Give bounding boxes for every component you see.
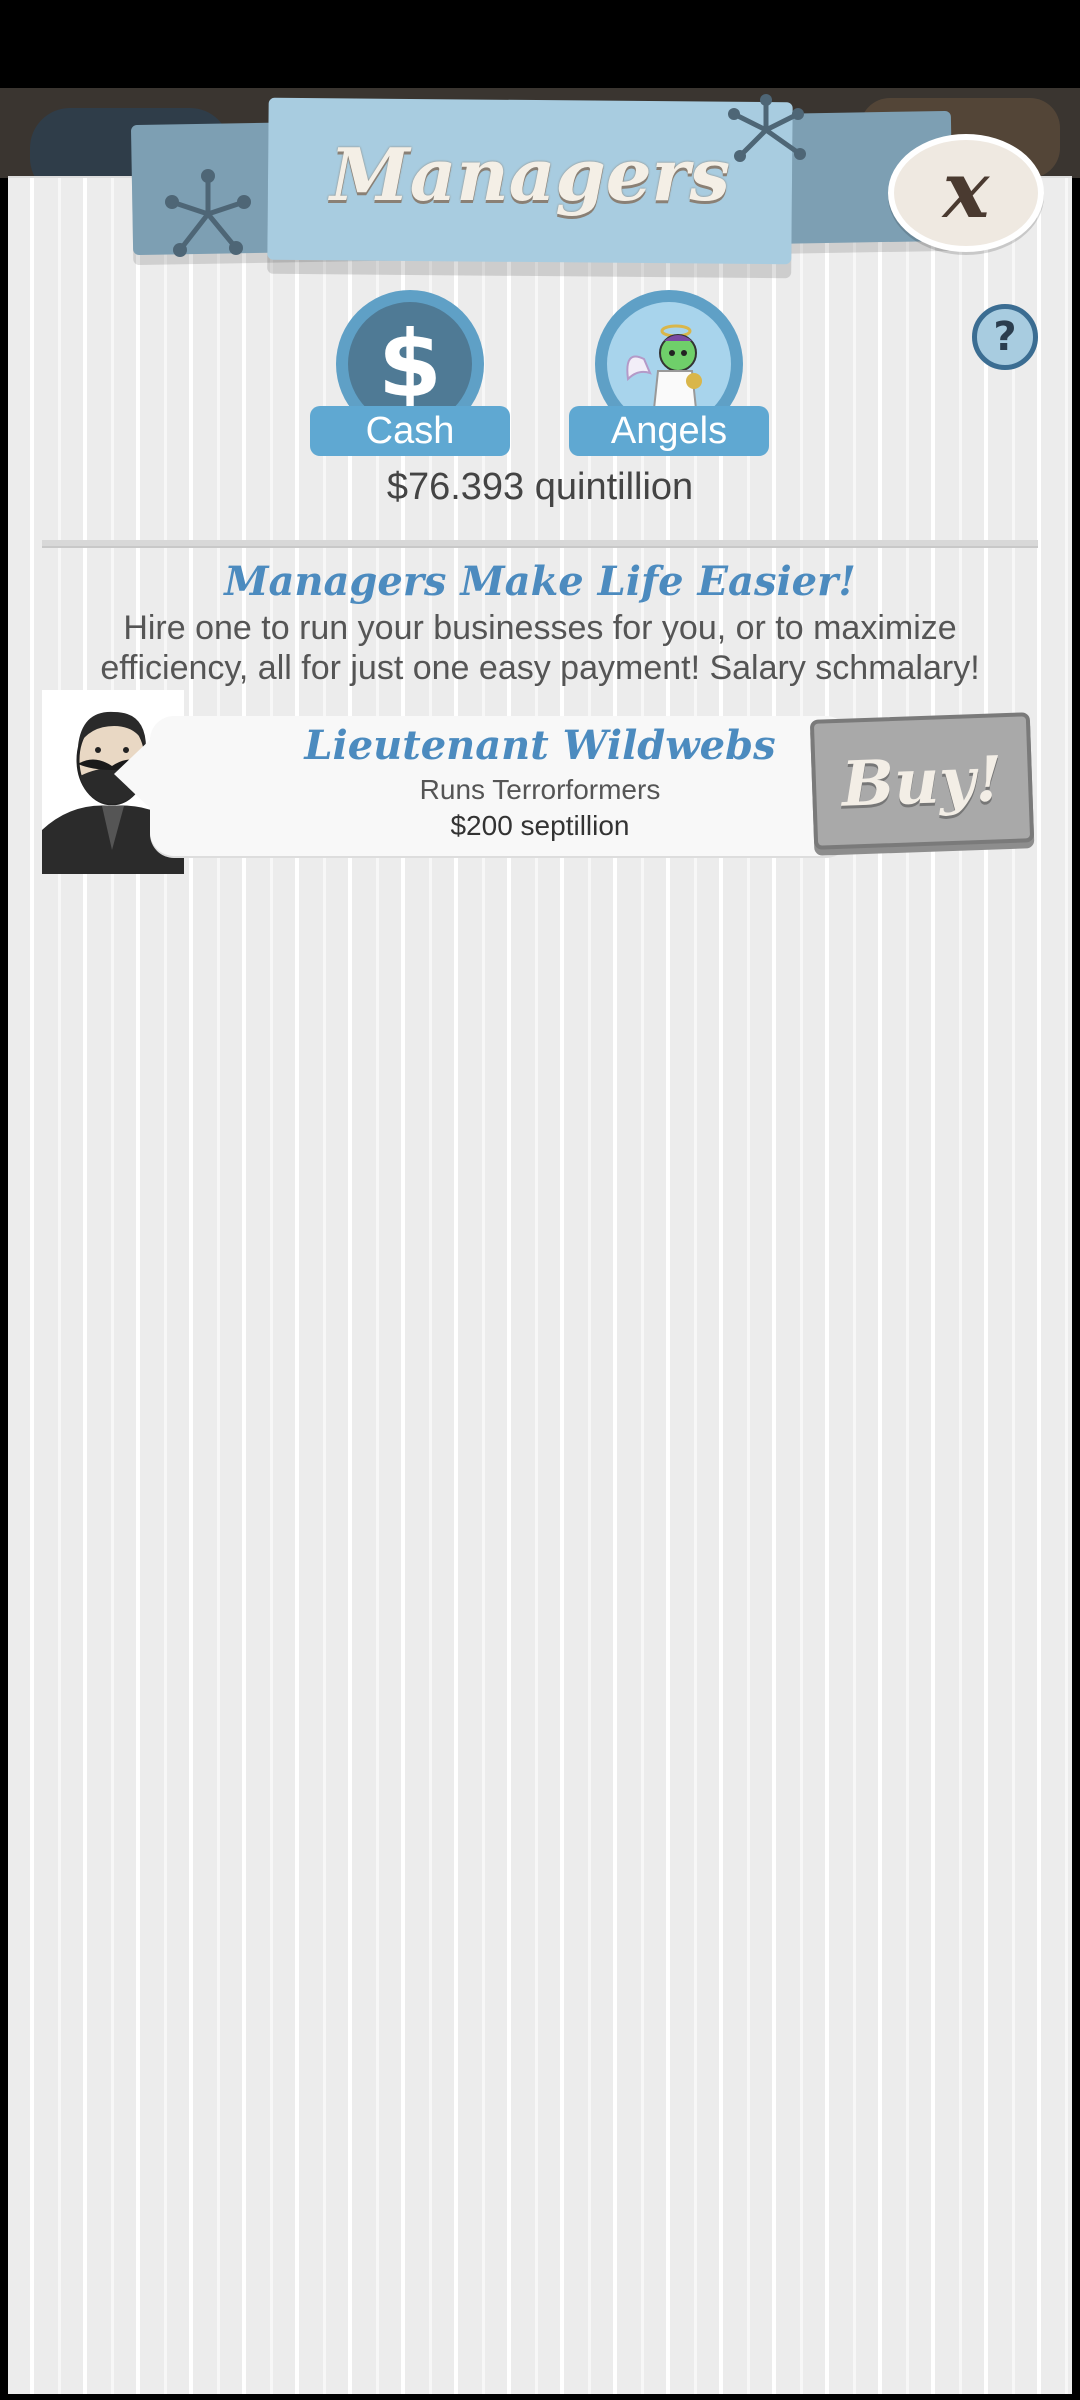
sparkle-icon — [728, 94, 806, 162]
close-icon: x — [942, 144, 990, 236]
promo-text: Hire one to run your businesses for you,… — [100, 609, 980, 687]
page-title: Managers — [330, 132, 730, 217]
angel-figure — [626, 324, 702, 410]
cash-balance: $76.393 quintillion — [386, 466, 694, 508]
buy-button[interactable]: Buy! — [809, 712, 1035, 850]
sparkle-icon — [165, 169, 251, 257]
dollar-glyph: $ — [377, 310, 442, 418]
tab-cash-label: Cash — [310, 406, 510, 456]
help-button[interactable]: ? — [972, 304, 1038, 370]
help-icon: ? — [993, 314, 1017, 360]
tab-angels-label: Angels — [569, 406, 769, 456]
manager-row: Lieutenant Wildwebs Runs Terrorformers $… — [0, 690, 1080, 880]
promo-title: Managers Make Life Easier! — [224, 558, 856, 605]
tab-angels[interactable]: Angels — [569, 290, 769, 456]
buy-button-label: Buy! — [840, 741, 1004, 821]
tab-cash[interactable]: $ Cash — [310, 290, 510, 456]
close-button[interactable]: x — [888, 134, 1044, 252]
status-bar — [0, 0, 1080, 88]
divider — [42, 540, 1038, 548]
